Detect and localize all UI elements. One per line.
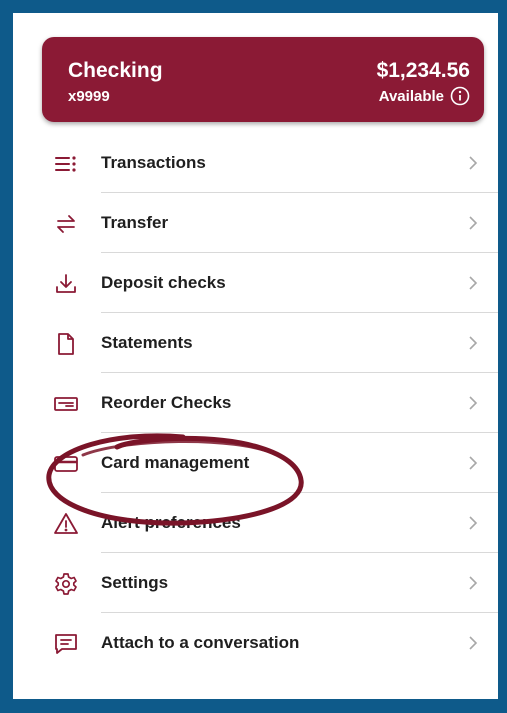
info-icon[interactable] bbox=[450, 86, 470, 106]
chevron-right-icon bbox=[468, 516, 478, 530]
transfer-arrows-icon bbox=[54, 212, 78, 236]
app-screen: Checking x9999 $1,234.56 Available Trans… bbox=[13, 13, 498, 699]
gear-icon bbox=[54, 572, 78, 596]
menu-item-deposit-checks[interactable]: Deposit checks bbox=[13, 253, 498, 313]
menu-item-label: Statements bbox=[101, 333, 193, 352]
account-name: Checking bbox=[68, 59, 163, 82]
document-icon bbox=[54, 332, 78, 356]
menu-item-label: Attach to a conversation bbox=[101, 633, 300, 652]
menu-item-label: Reorder Checks bbox=[101, 393, 232, 412]
chevron-right-icon bbox=[468, 576, 478, 590]
chevron-right-icon bbox=[468, 456, 478, 470]
menu-item-transactions[interactable]: Transactions bbox=[13, 133, 498, 193]
menu-item-label: Card management bbox=[101, 453, 250, 472]
menu-item-label: Settings bbox=[101, 573, 169, 592]
chevron-right-icon bbox=[468, 216, 478, 230]
menu-item-attach-conversation[interactable]: Attach to a conversation bbox=[13, 613, 498, 673]
download-tray-icon bbox=[54, 272, 78, 296]
available-row: Available bbox=[379, 86, 470, 106]
menu-item-label: Alert preferences bbox=[101, 513, 241, 532]
account-menu: Transactions Transfer Deposit checks Sta… bbox=[13, 133, 498, 673]
account-number: x9999 bbox=[68, 88, 110, 105]
credit-card-icon bbox=[54, 452, 78, 476]
check-icon bbox=[54, 392, 78, 416]
available-label: Available bbox=[378, 87, 444, 105]
menu-item-settings[interactable]: Settings bbox=[13, 553, 498, 613]
list-icon bbox=[54, 152, 78, 176]
menu-item-statements[interactable]: Statements bbox=[13, 313, 498, 373]
chevron-right-icon bbox=[468, 396, 478, 410]
chevron-right-icon bbox=[468, 336, 478, 350]
account-balance: $1,234.56 bbox=[376, 59, 470, 82]
warning-triangle-icon bbox=[54, 512, 78, 536]
menu-item-transfer[interactable]: Transfer bbox=[13, 193, 498, 253]
account-card[interactable]: Checking x9999 $1,234.56 Available bbox=[42, 37, 484, 122]
menu-item-label: Transfer bbox=[101, 213, 169, 232]
chat-icon bbox=[54, 632, 78, 656]
menu-item-label: Transactions bbox=[101, 153, 206, 172]
chevron-right-icon bbox=[468, 156, 478, 170]
menu-item-alert-preferences[interactable]: Alert preferences bbox=[13, 493, 498, 553]
menu-item-label: Deposit checks bbox=[101, 273, 226, 292]
menu-item-card-management[interactable]: Card management bbox=[13, 433, 498, 493]
chevron-right-icon bbox=[468, 276, 478, 290]
menu-item-reorder-checks[interactable]: Reorder Checks bbox=[13, 373, 498, 433]
chevron-right-icon bbox=[468, 636, 478, 650]
